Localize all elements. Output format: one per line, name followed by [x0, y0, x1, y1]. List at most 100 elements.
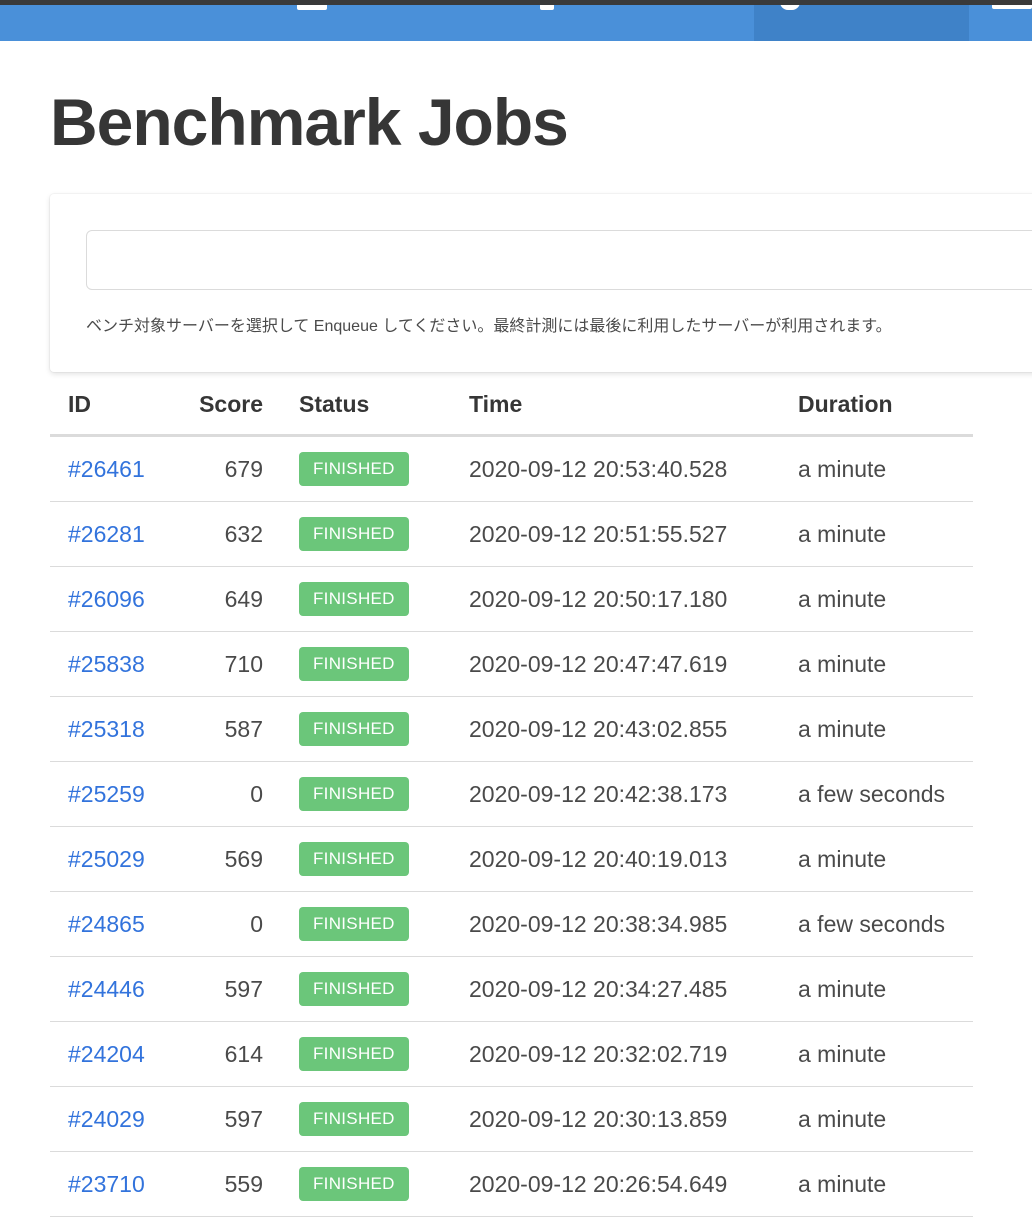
job-id-cell: #24865	[50, 891, 175, 957]
job-score: 710	[175, 631, 281, 697]
job-id-link[interactable]: #24446	[68, 976, 145, 1002]
column-header-score: Score	[175, 374, 281, 437]
table-row: #25318 587 FINISHED 2020-09-12 20:43:02.…	[50, 696, 973, 762]
job-duration: a few seconds	[780, 891, 973, 957]
job-duration: a minute	[780, 501, 973, 567]
status-badge: FINISHED	[299, 1037, 409, 1071]
job-duration: a minute	[780, 435, 973, 502]
job-duration: a minute	[780, 1086, 973, 1152]
job-id-link[interactable]: #25838	[68, 651, 145, 677]
status-badge: FINISHED	[299, 517, 409, 551]
job-time: 2020-09-12 20:32:02.719	[451, 1021, 780, 1087]
job-status-cell: FINISHED	[281, 435, 451, 502]
menu-icon[interactable]	[992, 5, 1032, 9]
job-score: 0	[175, 761, 281, 827]
job-id-link[interactable]: #24865	[68, 911, 145, 937]
job-id-cell: #23710	[50, 1151, 175, 1217]
table-row: #26096 649 FINISHED 2020-09-12 20:50:17.…	[50, 566, 973, 632]
status-badge: FINISHED	[299, 1167, 409, 1201]
job-duration: a minute	[780, 956, 973, 1022]
job-id-link[interactable]: #24204	[68, 1041, 145, 1067]
job-id-cell: #26281	[50, 501, 175, 567]
status-badge: FINISHED	[299, 972, 409, 1006]
job-score: 614	[175, 1021, 281, 1087]
job-status-cell: FINISHED	[281, 501, 451, 567]
table-header-row: ID Score Status Time Duration	[50, 374, 973, 437]
job-time: 2020-09-12 20:26:54.649	[451, 1151, 780, 1217]
job-id-cell: #24029	[50, 1086, 175, 1152]
job-duration: a minute	[780, 696, 973, 762]
job-score: 559	[175, 1151, 281, 1217]
job-score: 587	[175, 696, 281, 762]
job-score: 679	[175, 435, 281, 502]
job-time: 2020-09-12 20:47:47.619	[451, 631, 780, 697]
enqueue-help-text: ベンチ対象サーバーを選択して Enqueue してください。最終計測には最後に利…	[86, 318, 892, 335]
job-id-link[interactable]: #23710	[68, 1171, 145, 1197]
table-row: #25029 569 FINISHED 2020-09-12 20:40:19.…	[50, 826, 973, 892]
dashboard-icon[interactable]	[297, 5, 327, 10]
job-time: 2020-09-12 20:51:55.527	[451, 501, 780, 567]
job-score: 569	[175, 826, 281, 892]
user-icon	[780, 5, 800, 10]
job-id-cell: #25838	[50, 631, 175, 697]
job-status-cell: FINISHED	[281, 1021, 451, 1087]
job-duration: a minute	[780, 826, 973, 892]
job-id-cell: #25318	[50, 696, 175, 762]
nav-item-active[interactable]	[754, 5, 969, 41]
table-row: #24029 597 FINISHED 2020-09-12 20:30:13.…	[50, 1086, 973, 1152]
job-time: 2020-09-12 20:34:27.485	[451, 956, 780, 1022]
job-duration: a minute	[780, 1151, 973, 1217]
settings-icon[interactable]	[540, 5, 554, 10]
table-row: #23710 559 FINISHED 2020-09-12 20:26:54.…	[50, 1151, 973, 1217]
job-time: 2020-09-12 20:43:02.855	[451, 696, 780, 762]
status-badge: FINISHED	[299, 907, 409, 941]
job-id-cell: #26461	[50, 435, 175, 502]
benchmark-jobs-table: ID Score Status Time Duration #26461 679…	[50, 374, 973, 1217]
top-navbar	[0, 0, 1032, 41]
status-badge: FINISHED	[299, 452, 409, 486]
status-badge: FINISHED	[299, 712, 409, 746]
job-duration: a minute	[780, 631, 973, 697]
job-status-cell: FINISHED	[281, 631, 451, 697]
job-id-link[interactable]: #26461	[68, 456, 145, 482]
job-id-link[interactable]: #26096	[68, 586, 145, 612]
job-status-cell: FINISHED	[281, 566, 451, 632]
status-badge: FINISHED	[299, 842, 409, 876]
status-badge: FINISHED	[299, 777, 409, 811]
table-row: #26281 632 FINISHED 2020-09-12 20:51:55.…	[50, 501, 973, 567]
column-header-status: Status	[281, 374, 451, 437]
status-badge: FINISHED	[299, 647, 409, 681]
table-row: #26461 679 FINISHED 2020-09-12 20:53:40.…	[50, 435, 973, 502]
job-id-link[interactable]: #24029	[68, 1106, 145, 1132]
job-status-cell: FINISHED	[281, 826, 451, 892]
column-header-id: ID	[50, 374, 175, 437]
job-time: 2020-09-12 20:30:13.859	[451, 1086, 780, 1152]
job-score: 632	[175, 501, 281, 567]
table-row: #24865 0 FINISHED 2020-09-12 20:38:34.98…	[50, 891, 973, 957]
job-id-cell: #24446	[50, 956, 175, 1022]
job-id-cell: #24204	[50, 1021, 175, 1087]
job-status-cell: FINISHED	[281, 696, 451, 762]
job-score: 597	[175, 1086, 281, 1152]
job-id-cell: #25029	[50, 826, 175, 892]
status-badge: FINISHED	[299, 1102, 409, 1136]
job-status-cell: FINISHED	[281, 761, 451, 827]
job-duration: a minute	[780, 566, 973, 632]
page-title: Benchmark Jobs	[50, 85, 569, 159]
table-row: #24204 614 FINISHED 2020-09-12 20:32:02.…	[50, 1021, 973, 1087]
job-time: 2020-09-12 20:40:19.013	[451, 826, 780, 892]
table-row: #25838 710 FINISHED 2020-09-12 20:47:47.…	[50, 631, 973, 697]
job-status-cell: FINISHED	[281, 891, 451, 957]
job-id-link[interactable]: #25318	[68, 716, 145, 742]
job-time: 2020-09-12 20:50:17.180	[451, 566, 780, 632]
job-id-link[interactable]: #25259	[68, 781, 145, 807]
job-id-link[interactable]: #26281	[68, 521, 145, 547]
job-score: 597	[175, 956, 281, 1022]
column-header-time: Time	[451, 374, 780, 437]
job-score: 649	[175, 566, 281, 632]
enqueue-panel: ベンチ対象サーバーを選択して Enqueue してください。最終計測には最後に利…	[50, 194, 1032, 372]
job-time: 2020-09-12 20:53:40.528	[451, 435, 780, 502]
job-id-link[interactable]: #25029	[68, 846, 145, 872]
server-select[interactable]	[86, 230, 1032, 290]
status-badge: FINISHED	[299, 582, 409, 616]
